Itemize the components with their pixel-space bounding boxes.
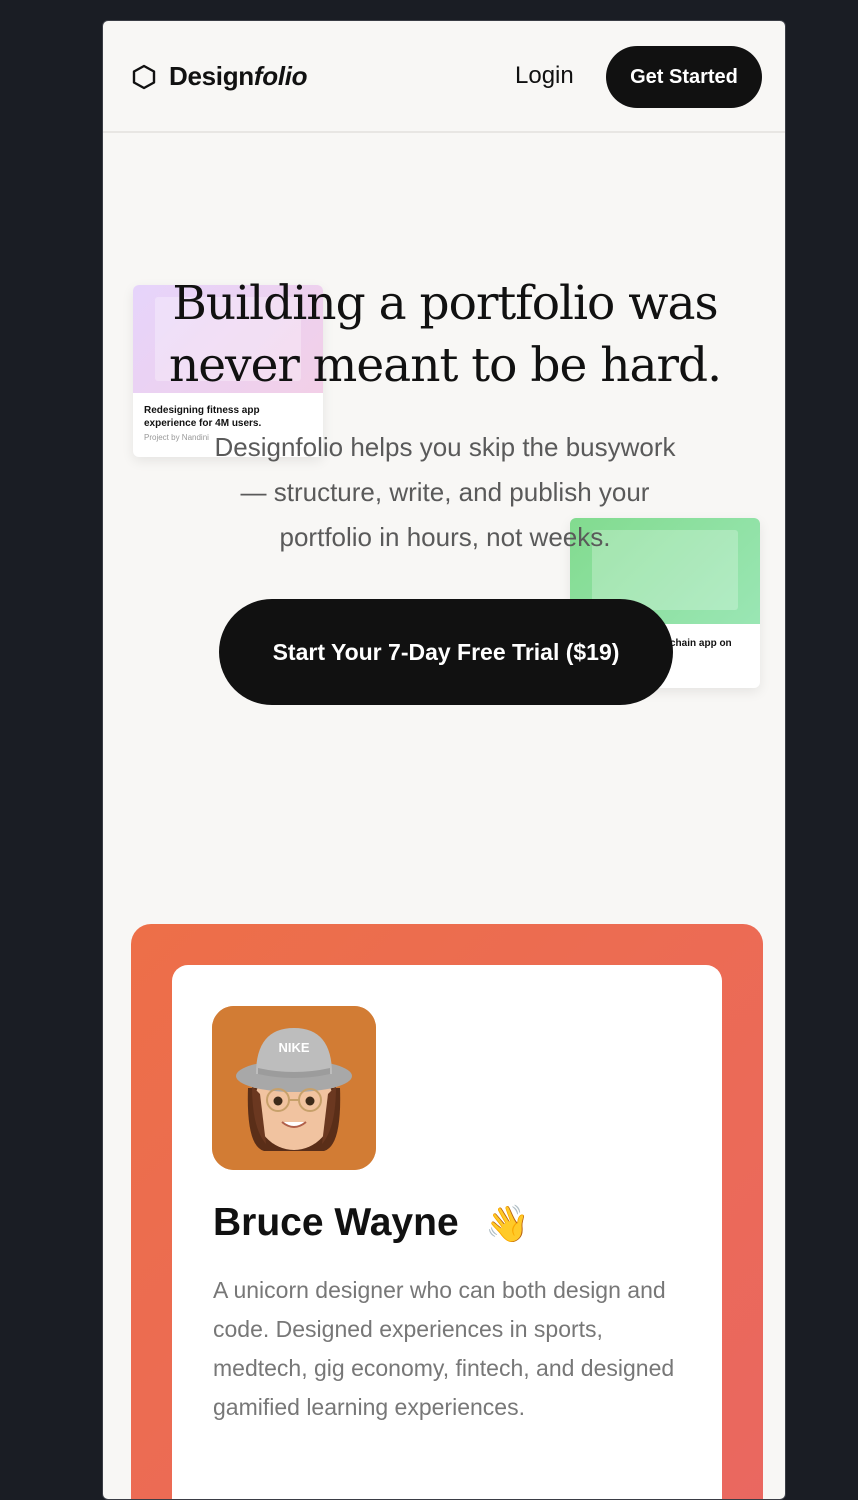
logo[interactable]: Designfolio bbox=[131, 61, 308, 92]
hexagon-icon bbox=[132, 64, 156, 89]
avatar-illustration: NIKE bbox=[212, 1006, 376, 1170]
hat-logo-text: NIKE bbox=[278, 1040, 309, 1055]
top-nav: Designfolio Login Get Started bbox=[103, 21, 785, 133]
hero-subtext: Designfolio helps you skip the busywork … bbox=[214, 432, 676, 552]
wave-emoji-icon: 👋 bbox=[485, 1203, 530, 1244]
get-started-button[interactable]: Get Started bbox=[606, 46, 762, 108]
browser-frame: Designfolio Login Get Started Redesignin… bbox=[102, 20, 786, 1500]
login-link[interactable]: Login bbox=[515, 62, 574, 90]
logo-text-main: Design bbox=[169, 61, 254, 91]
hero-headline: Building a portfolio was never meant to … bbox=[168, 276, 722, 393]
profile-showcase: NIKE Bruce Wayne 👋 A unicorn designer wh… bbox=[131, 924, 763, 1499]
avatar: NIKE bbox=[212, 1006, 376, 1170]
logo-text: Designfolio bbox=[169, 61, 308, 92]
logo-text-italic: folio bbox=[253, 61, 308, 91]
profile-card: NIKE Bruce Wayne 👋 A unicorn designer wh… bbox=[172, 965, 722, 1499]
profile-name: Bruce Wayne bbox=[213, 1201, 459, 1244]
profile-bio: A unicorn designer who can both design a… bbox=[213, 1277, 675, 1420]
start-trial-button[interactable]: Start Your 7-Day Free Trial ($19) bbox=[219, 599, 673, 705]
